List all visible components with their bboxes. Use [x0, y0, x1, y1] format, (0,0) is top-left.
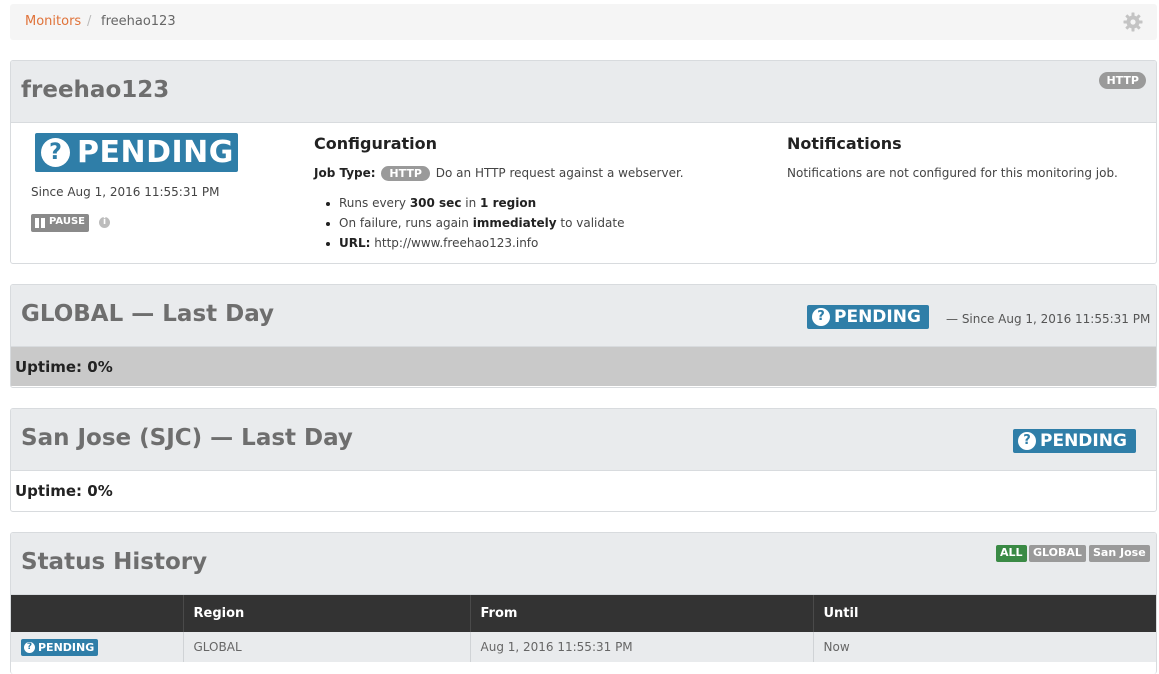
failure-prefix: On failure, runs again [339, 216, 469, 230]
filter-san-jose[interactable]: San Jose [1089, 545, 1150, 562]
breadcrumb-monitors-link[interactable]: Monitors [25, 14, 81, 29]
filter-all[interactable]: ALL [996, 545, 1027, 562]
runs-prefix: Runs every [339, 196, 406, 210]
job-type-badge: HTTP [381, 166, 430, 181]
sjc-uptime-row: Uptime: 0% [11, 471, 1156, 510]
global-uptime-row: Uptime: 0% [11, 347, 1156, 386]
table-header-row: Region From Until [11, 595, 1156, 632]
bullet [326, 242, 330, 246]
row-from-cell: Aug 1, 2016 11:55:31 PM [470, 632, 814, 662]
url-label: URL: [339, 236, 371, 250]
failure-line: On failure, runs again immediately to va… [339, 216, 624, 230]
page-title: freehao123 [21, 77, 170, 103]
gear-icon[interactable] [1123, 12, 1143, 32]
row-until-cell: Now [813, 632, 1156, 662]
status-since: Since Aug 1, 2016 11:55:31 PM [31, 185, 220, 199]
global-status-since: — Since Aug 1, 2016 11:55:31 PM [946, 312, 1151, 326]
status-history-header: Status History ALL GLOBAL San Jose [11, 533, 1156, 595]
pause-icon [35, 218, 46, 228]
row-status-cell: ? PENDING [11, 632, 184, 662]
global-status-badge: ? PENDING [807, 305, 929, 329]
column-header-from: From [470, 595, 814, 632]
column-header-region: Region [183, 595, 471, 632]
sjc-panel: San Jose (SJC) — Last Day ? PENDING Upti… [10, 408, 1157, 512]
global-status-label: PENDING [834, 307, 921, 327]
runs-mid: in [465, 196, 477, 210]
sjc-status-label: PENDING [1040, 431, 1127, 451]
status-history-panel: Status History ALL GLOBAL San Jose Regio… [10, 532, 1157, 674]
runs-line: Runs every 300 sec in 1 region [339, 196, 536, 210]
column-header-until: Until [813, 595, 1156, 632]
failure-bold: immediately [472, 216, 557, 230]
configuration-heading: Configuration [314, 134, 438, 153]
job-type-line: Job Type: HTTP Do an HTTP request agains… [314, 166, 684, 181]
status-history-title: Status History [21, 549, 208, 575]
row-status-label: PENDING [38, 640, 95, 654]
status-badge: ? PENDING [35, 133, 238, 172]
bullet [326, 222, 330, 226]
breadcrumb-current: freehao123 [101, 14, 176, 29]
global-panel: GLOBAL — Last Day ? PENDING — Since Aug … [10, 284, 1157, 388]
job-type-desc: Do an HTTP request against a webserver. [435, 166, 684, 180]
sjc-panel-title: San Jose (SJC) — Last Day [21, 425, 353, 451]
row-region-cell: GLOBAL [183, 632, 471, 662]
runs-interval: 300 sec [409, 196, 462, 210]
monitor-panel-header: freehao123 HTTP [11, 61, 1156, 123]
table-row: ? PENDING GLOBAL Aug 1, 2016 11:55:31 PM… [11, 632, 1156, 662]
question-icon: ? [1018, 432, 1036, 450]
monitor-panel: freehao123 HTTP ? PENDING Since Aug 1, 2… [10, 60, 1157, 264]
global-uptime: Uptime: 0% [15, 358, 113, 376]
pause-button[interactable]: PAUSE [31, 214, 89, 232]
breadcrumb: Monitors / freehao123 [10, 4, 1157, 40]
bullet [326, 202, 330, 206]
notifications-heading: Notifications [787, 134, 902, 153]
question-icon: ? [41, 138, 70, 167]
job-type-label: Job Type: [314, 166, 376, 180]
row-status-badge: ? PENDING [21, 638, 99, 656]
filter-global[interactable]: GLOBAL [1029, 545, 1086, 562]
url-line: URL: http://www.freehao123.info [339, 236, 538, 250]
failure-suffix: to validate [560, 216, 625, 230]
runs-regions: 1 region [480, 196, 537, 210]
global-panel-header: GLOBAL — Last Day ? PENDING — Since Aug … [11, 285, 1156, 347]
status-label: PENDING [77, 135, 234, 170]
monitor-type-badge: HTTP [1099, 72, 1146, 89]
column-header-status [11, 595, 184, 632]
info-icon[interactable]: i [99, 217, 110, 228]
global-panel-title: GLOBAL — Last Day [21, 301, 275, 327]
question-icon: ? [24, 641, 35, 653]
breadcrumb-separator: / [87, 14, 92, 29]
pause-label: PAUSE [49, 216, 85, 227]
sjc-uptime: Uptime: 0% [15, 482, 113, 500]
notifications-text: Notifications are not configured for thi… [787, 166, 1118, 180]
url-value[interactable]: http://www.freehao123.info [374, 236, 538, 250]
status-history-table: Region From Until ? PENDING GLOBAL Aug 1… [11, 595, 1156, 662]
sjc-panel-header: San Jose (SJC) — Last Day ? PENDING [11, 409, 1156, 471]
sjc-status-badge: ? PENDING [1013, 429, 1136, 453]
question-icon: ? [812, 308, 830, 326]
